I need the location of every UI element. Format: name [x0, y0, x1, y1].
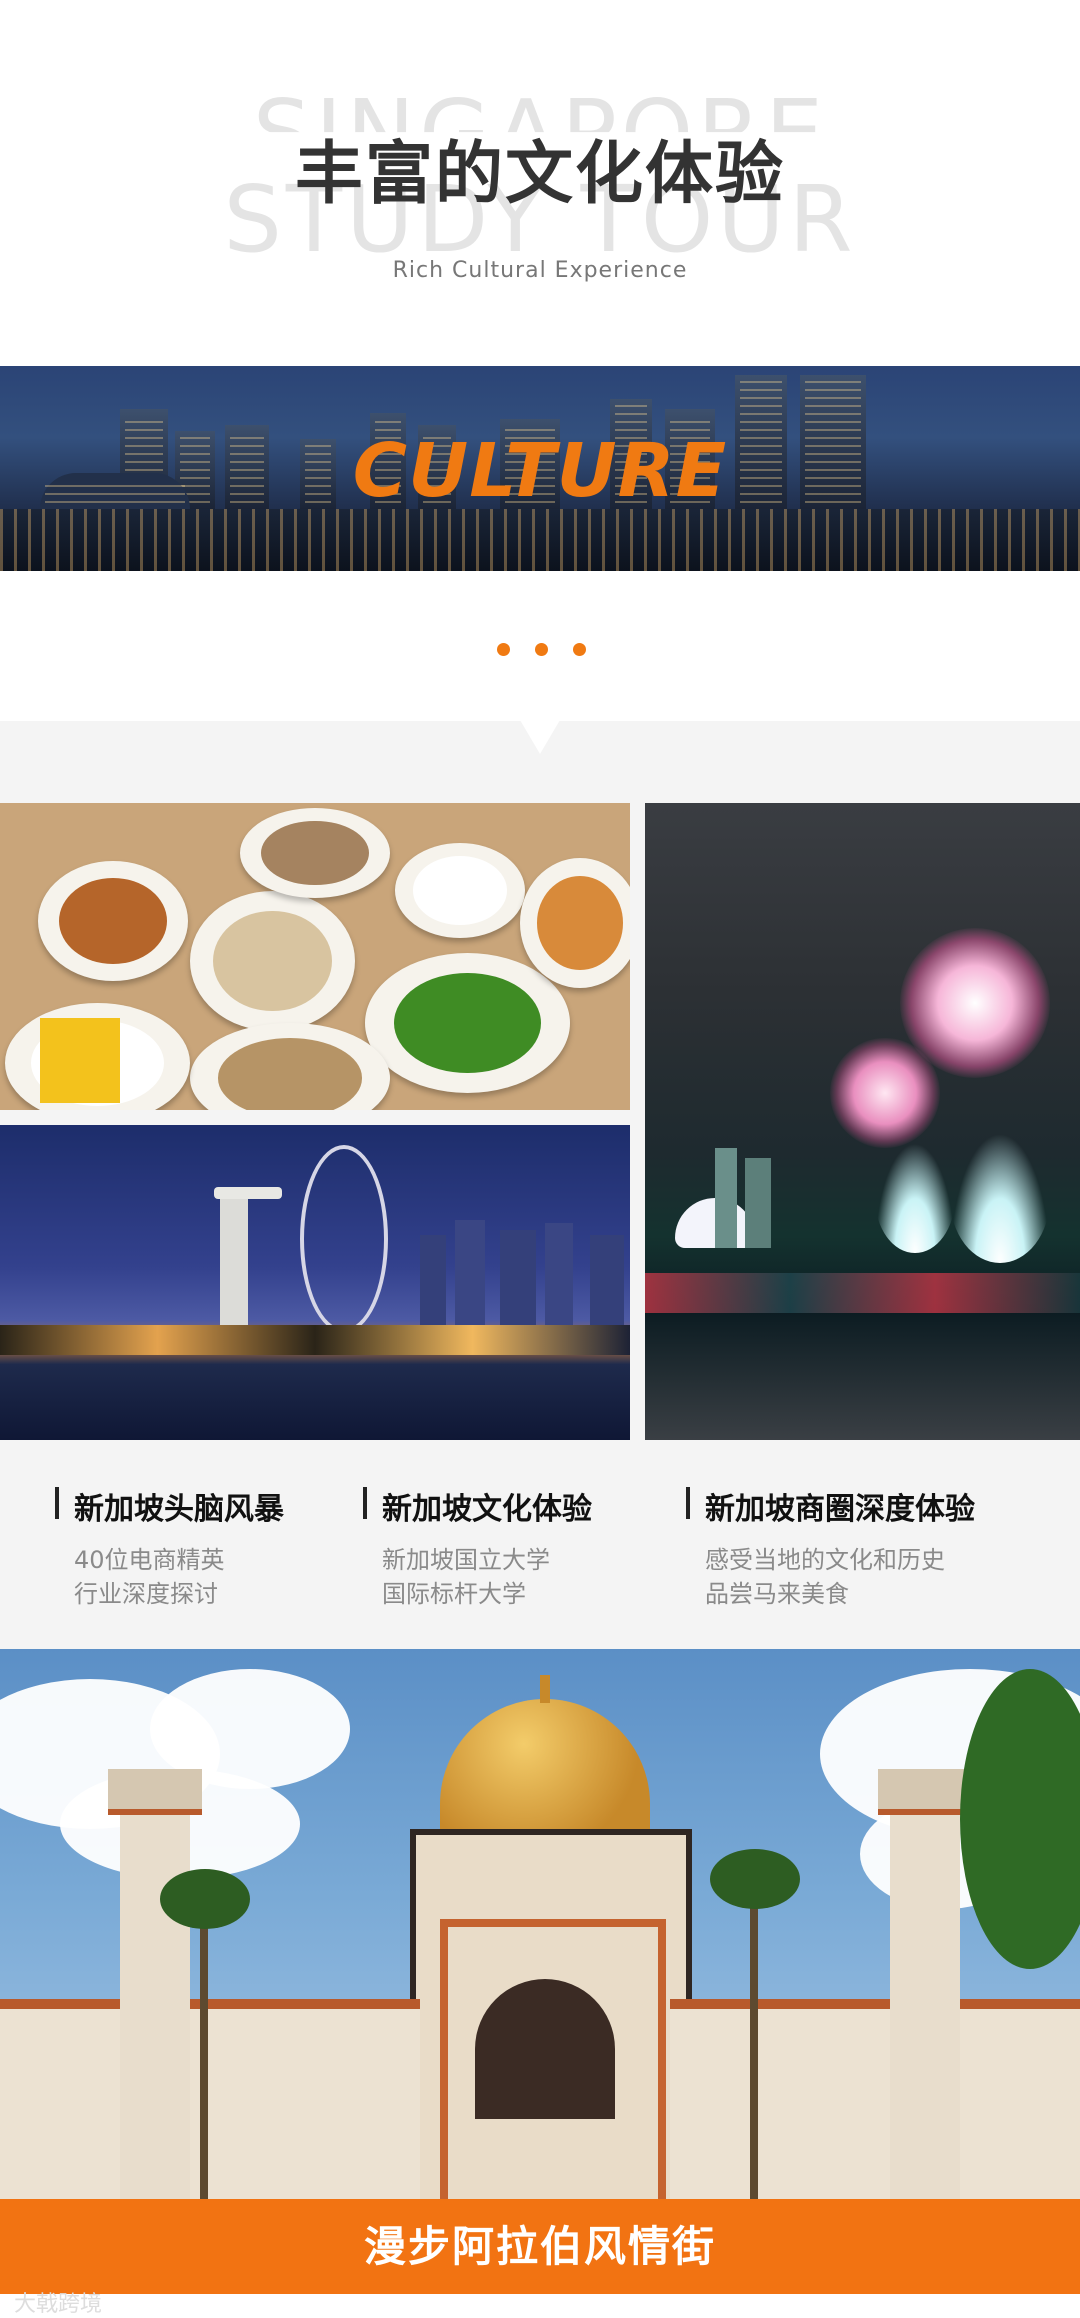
page-subtitle: Rich Cultural Experience: [392, 258, 688, 283]
watermark: 大戟跨境: [14, 2292, 103, 2317]
column-desc: 行业深度探讨: [74, 1580, 218, 1608]
column-desc: 品尝马来美食: [705, 1580, 849, 1608]
column-desc: 国际标杆大学: [382, 1580, 526, 1608]
marina-bay-photo: [0, 1125, 630, 1440]
carousel-dot: [497, 643, 510, 656]
carousel-dot: [535, 643, 548, 656]
culture-label: CULTURE: [352, 428, 728, 514]
mosque-photo: [0, 1649, 1080, 2199]
column-marker: [55, 1487, 59, 1519]
column-desc: 40位电商精英: [74, 1546, 225, 1574]
carousel-dot: [573, 643, 586, 656]
column-desc: 新加坡国立大学: [382, 1546, 550, 1574]
food-photo: [0, 803, 630, 1110]
column-title: 新加坡商圈深度体验: [705, 1492, 975, 1527]
column-title: 新加坡文化体验: [382, 1492, 592, 1527]
culture-banner: CULTURE: [0, 366, 1080, 571]
section-notch: [520, 720, 560, 754]
footer-banner: 漫步阿拉伯风情街: [0, 2199, 1080, 2294]
fireworks-photo: [645, 803, 1080, 1440]
column-desc: 感受当地的文化和历史: [705, 1546, 945, 1574]
column-title: 新加坡头脑风暴: [74, 1492, 284, 1527]
column-marker: [363, 1487, 367, 1519]
page-title: 丰富的文化体验: [294, 135, 785, 214]
column-marker: [686, 1487, 690, 1519]
